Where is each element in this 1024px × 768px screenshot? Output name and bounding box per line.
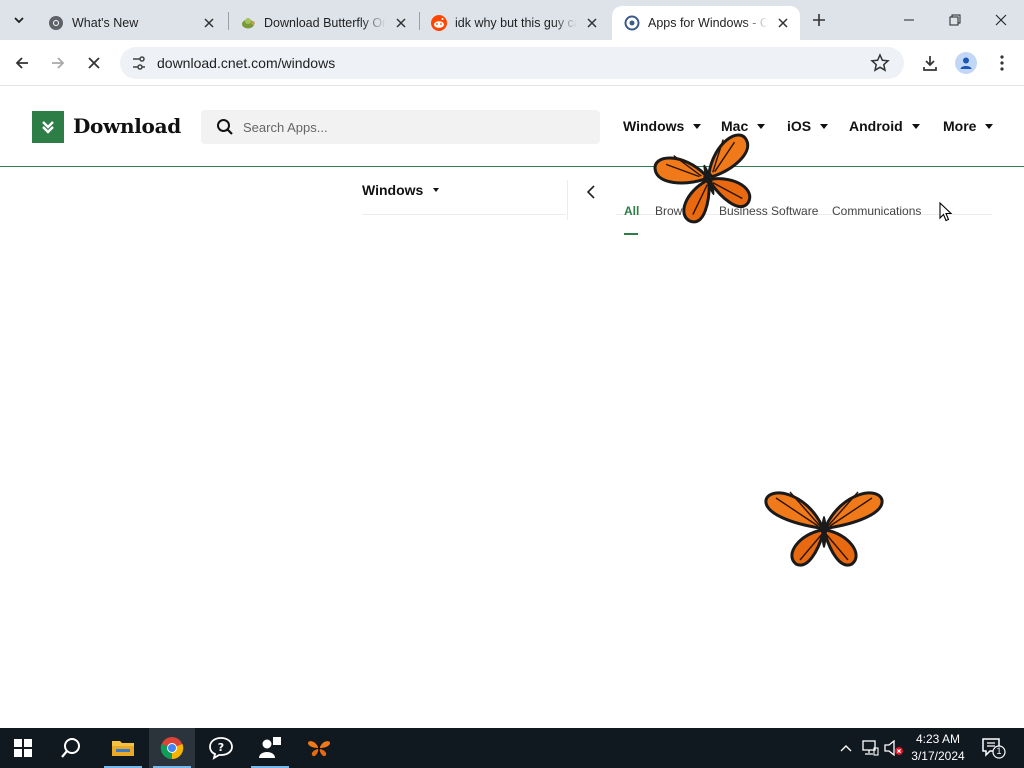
nav-label: More	[943, 118, 977, 134]
site-header: Download Windows Mac iOS Android More	[0, 87, 1024, 167]
chevron-left-icon[interactable]	[582, 183, 600, 201]
mouse-cursor-icon	[939, 202, 953, 222]
plus-icon	[813, 14, 825, 26]
close-icon[interactable]	[583, 14, 601, 32]
butterfly-image	[653, 133, 752, 224]
chrome-icon	[160, 737, 184, 760]
start-button[interactable]	[0, 728, 46, 768]
folder-icon	[112, 741, 134, 756]
person-icon	[960, 57, 972, 69]
notification-count: 1	[996, 746, 1002, 756]
close-icon[interactable]	[392, 14, 410, 32]
category-all[interactable]: All	[624, 204, 639, 218]
minimize-icon	[904, 19, 914, 21]
chevron-down-icon	[14, 17, 24, 24]
active-category-underline	[624, 233, 638, 235]
avatar	[955, 52, 977, 74]
arrow-left-icon	[15, 57, 28, 69]
platform-selector[interactable]: Windows	[362, 182, 440, 198]
browser-toolbar: download.cnet.com/windows	[0, 40, 1024, 86]
turtle-icon	[240, 15, 256, 31]
search-icon	[61, 738, 80, 758]
close-icon[interactable]	[200, 14, 218, 32]
new-tab-button[interactable]	[808, 9, 830, 31]
category-communications[interactable]: Communications	[832, 204, 921, 218]
platform-label: Windows	[362, 182, 424, 198]
butterfly-icon	[308, 741, 330, 757]
tab-title: Apps for Windows - CNET Download	[648, 16, 768, 30]
taskbar-get-help[interactable]: ?	[198, 728, 244, 768]
close-window-button[interactable]	[978, 0, 1024, 40]
nav-android[interactable]: Android	[849, 118, 920, 134]
logo[interactable]	[32, 111, 64, 143]
tab-whats-new[interactable]: What's New	[36, 6, 226, 40]
address-bar[interactable]: download.cnet.com/windows	[120, 47, 904, 79]
logo-text[interactable]: Download	[73, 114, 181, 138]
star-icon[interactable]	[870, 53, 890, 73]
restore-button[interactable]	[932, 0, 978, 40]
url-text: download.cnet.com/windows	[157, 55, 336, 71]
reddit-icon	[431, 15, 447, 31]
nav-ios[interactable]: iOS	[787, 118, 829, 134]
help-icon: ?	[209, 737, 233, 760]
minimize-button[interactable]	[886, 0, 932, 40]
tray-overflow-chevron-icon[interactable]	[836, 738, 856, 758]
clock[interactable]: 4:23 AM 3/17/2024	[905, 731, 971, 765]
tab-strip: What's New Download Butterfly On Desktop…	[0, 0, 1024, 40]
svg-text:?: ?	[218, 741, 224, 754]
download-icon	[923, 56, 937, 71]
butterfly-image	[764, 491, 884, 567]
tab-download-butterfly[interactable]: Download Butterfly On Desktop	[228, 6, 418, 40]
taskbar-people[interactable]	[247, 728, 293, 768]
tab-title: Download Butterfly On Desktop	[264, 16, 386, 30]
caret-down-icon	[820, 123, 829, 129]
divider	[362, 214, 566, 215]
search-input[interactable]	[243, 110, 583, 144]
stop-loading-button[interactable]	[80, 49, 108, 77]
profile-button[interactable]	[954, 51, 978, 75]
tab-title: What's New	[72, 16, 139, 30]
action-center-button[interactable]: 1	[980, 736, 1006, 760]
clock-time: 4:23 AM	[915, 732, 961, 746]
caret-down-icon	[433, 188, 440, 192]
close-icon	[995, 14, 1007, 26]
forward-button[interactable]	[44, 49, 72, 77]
search-icon	[217, 119, 233, 135]
tab-reddit[interactable]: idk why but this guy came	[419, 6, 609, 40]
network-icon[interactable]	[860, 738, 880, 758]
caret-down-icon	[985, 123, 994, 129]
taskbar-butterfly-app[interactable]	[296, 728, 342, 768]
back-button[interactable]	[8, 49, 36, 77]
clock-date: 3/17/2024	[911, 749, 965, 763]
close-icon[interactable]	[774, 14, 792, 32]
taskbar-chrome[interactable]	[149, 728, 195, 768]
more-vert-icon	[1000, 55, 1004, 71]
tab-search-button[interactable]	[6, 7, 32, 33]
restore-icon	[949, 14, 961, 26]
nav-label: iOS	[787, 118, 812, 134]
volume-muted-icon[interactable]	[884, 738, 904, 758]
search-box	[201, 110, 600, 144]
downloads-button[interactable]	[918, 51, 942, 75]
menu-button[interactable]	[990, 51, 1014, 75]
site-info-icon[interactable]	[128, 52, 150, 74]
close-icon	[88, 57, 100, 69]
divider	[567, 180, 568, 220]
notification-icon	[982, 738, 1006, 759]
caret-down-icon	[911, 123, 920, 129]
nav-label: Android	[849, 118, 903, 134]
tab-title: idk why but this guy came	[455, 16, 577, 30]
taskbar-search-button[interactable]	[48, 728, 94, 768]
cnet-icon	[624, 15, 640, 31]
taskbar-file-explorer[interactable]	[100, 728, 146, 768]
nav-more[interactable]: More	[943, 118, 994, 134]
taskbar: ? 4:23 AM 3/17/2024 1	[0, 728, 1024, 768]
arrow-right-icon	[52, 57, 65, 69]
tab-apps-for-windows[interactable]: Apps for Windows - CNET Download	[612, 6, 800, 40]
chrome-icon	[48, 15, 64, 31]
people-icon	[259, 737, 281, 758]
windows-logo-icon	[14, 739, 32, 757]
double-chevron-down-icon	[42, 121, 54, 134]
